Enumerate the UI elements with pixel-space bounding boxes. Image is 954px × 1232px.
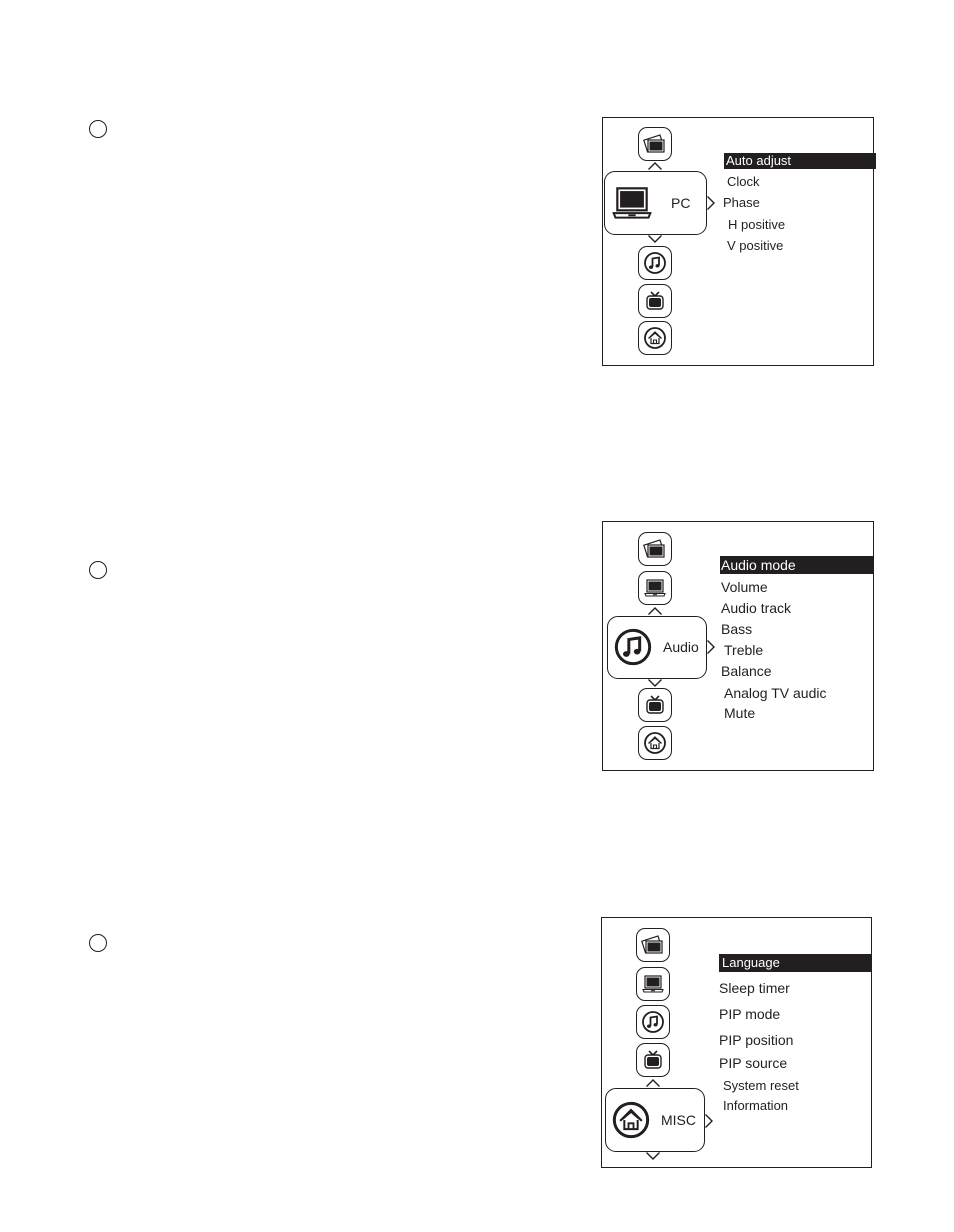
menu-item-clock[interactable]: Clock: [727, 174, 760, 190]
category-pc-button[interactable]: [638, 571, 672, 605]
osd-panel-audio: Audio Audio mode Volume Audio track Bass…: [602, 521, 874, 771]
chevron-up-icon: [646, 1079, 660, 1087]
menu-item-audio-track[interactable]: Audio track: [721, 600, 791, 616]
chevron-right-icon: [705, 1114, 713, 1128]
audio-icon: [613, 627, 653, 667]
category-picture-button[interactable]: [638, 532, 672, 566]
category-tv-button[interactable]: [636, 1043, 670, 1077]
misc-home-icon: [643, 731, 667, 755]
category-label: Audio: [663, 639, 699, 655]
chevron-down-icon: [648, 235, 662, 243]
category-label: MISC: [661, 1112, 696, 1128]
pc-icon: [610, 181, 654, 225]
category-audio-selected[interactable]: Audio: [607, 616, 707, 679]
audio-icon: [641, 1010, 665, 1034]
category-label: PC: [671, 195, 691, 211]
menu-item-pip-source[interactable]: PIP source: [719, 1055, 787, 1071]
chevron-right-icon: [707, 196, 715, 210]
menu-item-system-reset[interactable]: System reset: [723, 1078, 799, 1094]
osd-panel-pc: PC Auto adjust Clock Phase H positive V …: [602, 117, 876, 366]
step-marker-1: [89, 120, 107, 138]
menu-item-sleep-timer[interactable]: Sleep timer: [719, 980, 790, 996]
tv-icon: [643, 289, 667, 313]
menu-item-pip-position[interactable]: PIP position: [719, 1032, 793, 1048]
category-picture-button[interactable]: [638, 127, 672, 161]
osd-panel-misc: MISC Language Sleep timer PIP mode PIP p…: [601, 917, 872, 1168]
category-misc-button[interactable]: [638, 321, 672, 355]
category-tv-button[interactable]: [638, 284, 672, 318]
menu-item-balance[interactable]: Balance: [721, 663, 772, 679]
chevron-right-icon: [707, 640, 715, 654]
category-picture-button[interactable]: [636, 928, 670, 962]
picture-icon: [643, 537, 667, 561]
audio-icon: [643, 251, 667, 275]
category-pc-button[interactable]: [636, 967, 670, 1001]
misc-home-icon: [643, 326, 667, 350]
menu-item-language[interactable]: Language: [719, 954, 872, 972]
category-misc-selected[interactable]: MISC: [605, 1088, 705, 1152]
picture-icon: [641, 933, 665, 957]
chevron-down-icon: [646, 1152, 660, 1160]
menu-item-auto-adjust[interactable]: Auto adjust: [724, 153, 876, 169]
menu-item-mute[interactable]: Mute: [724, 705, 755, 721]
chevron-up-icon: [648, 162, 662, 170]
category-audio-button[interactable]: [636, 1005, 670, 1039]
menu-item-h-positive[interactable]: H positive: [728, 217, 785, 233]
tv-icon: [641, 1048, 665, 1072]
menu-item-phase[interactable]: Phase: [723, 195, 760, 211]
step-marker-2: [89, 561, 107, 579]
pc-icon: [641, 972, 665, 996]
category-pc-selected[interactable]: PC: [604, 171, 707, 235]
misc-home-icon: [611, 1100, 651, 1140]
menu-item-pip-mode[interactable]: PIP mode: [719, 1006, 780, 1022]
category-misc-button[interactable]: [638, 726, 672, 760]
menu-item-treble[interactable]: Treble: [724, 642, 763, 658]
category-tv-button[interactable]: [638, 688, 672, 722]
pc-icon: [643, 576, 667, 600]
chevron-down-icon: [648, 679, 662, 687]
tv-icon: [643, 693, 667, 717]
picture-icon: [643, 132, 667, 156]
step-marker-3: [89, 934, 107, 952]
menu-item-information[interactable]: Information: [723, 1098, 788, 1114]
menu-item-bass[interactable]: Bass: [721, 621, 752, 637]
menu-item-analog-tv-audio[interactable]: Analog TV audic: [724, 685, 826, 701]
menu-item-v-positive[interactable]: V positive: [727, 238, 783, 254]
menu-item-audio-mode[interactable]: Audio mode: [720, 556, 874, 574]
category-audio-button[interactable]: [638, 246, 672, 280]
chevron-up-icon: [648, 607, 662, 615]
menu-item-volume[interactable]: Volume: [721, 579, 768, 595]
